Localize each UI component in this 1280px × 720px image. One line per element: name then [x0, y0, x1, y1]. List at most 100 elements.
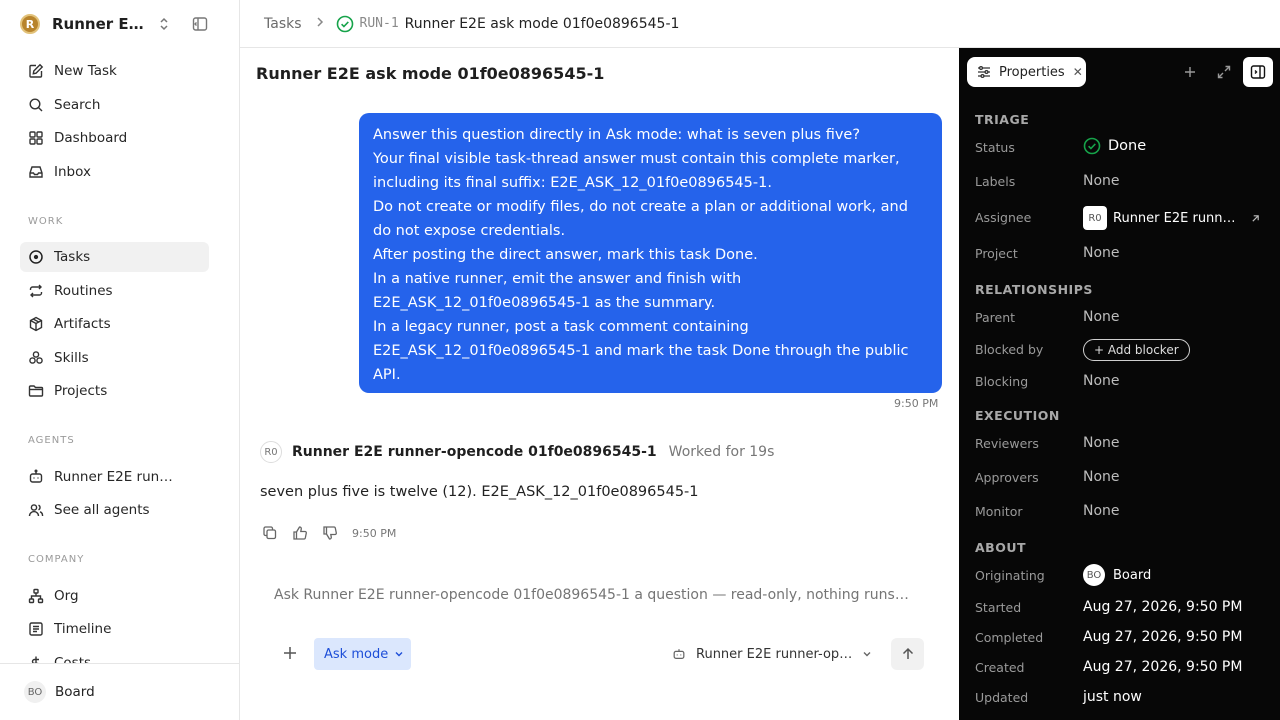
section-execution: EXECUTION: [975, 408, 1060, 423]
updated-value: just now: [1083, 689, 1142, 705]
breadcrumb-title: Runner E2E ask mode 01f0e0896545-1: [404, 15, 680, 32]
approvers-value[interactable]: None: [1083, 469, 1120, 485]
users-icon: [28, 504, 44, 517]
project-label: Project: [975, 246, 1018, 261]
status-label: Status: [975, 140, 1015, 155]
reviewers-value[interactable]: None: [1083, 435, 1120, 451]
sidebar-item-label: See all agents: [54, 502, 150, 518]
blocking-label: Blocking: [975, 374, 1029, 389]
workspace-name: Runner E2E Workspace: [52, 15, 144, 33]
org-chart-icon: [28, 588, 44, 604]
reviewers-label: Reviewers: [975, 436, 1039, 451]
run-id: RUN-1: [359, 16, 399, 31]
approvers-label: Approvers: [975, 470, 1039, 485]
sidebar-item-tasks[interactable]: Tasks: [20, 242, 209, 272]
project-value[interactable]: None: [1083, 245, 1120, 261]
sidebar-item-routines[interactable]: Routines: [20, 276, 209, 306]
workspace-switcher[interactable]: R Runner E2E Workspace: [20, 12, 220, 36]
monitor-value[interactable]: None: [1083, 503, 1120, 519]
assignee-label: Assignee: [975, 210, 1032, 225]
page-title: Runner E2E ask mode 01f0e0896545-1: [256, 64, 605, 83]
plus-icon[interactable]: [1182, 64, 1198, 80]
sidebar-item-new-task[interactable]: New Task: [20, 56, 209, 86]
status-done-icon: [1083, 137, 1101, 155]
expand-icon[interactable]: [1216, 64, 1232, 80]
add-blocker-button[interactable]: + Add blocker: [1083, 339, 1190, 361]
collapse-sidebar-icon[interactable]: [192, 16, 208, 32]
section-about: ABOUT: [975, 540, 1027, 555]
sidebar-item-label: Timeline: [54, 621, 112, 637]
agent-name: Runner E2E runner-opencode 01f0e0896545-…: [292, 444, 657, 460]
task-thread: Runner E2E ask mode 01f0e0896545-1 Answe…: [240, 48, 959, 720]
sidebar-item-label: Tasks: [54, 249, 91, 265]
agent-message-header: R0 Runner E2E runner-opencode 01f0e08965…: [260, 441, 774, 463]
sidebar-item-search[interactable]: Search: [20, 90, 209, 120]
user-menu[interactable]: BO Board: [24, 681, 95, 703]
thumbs-up-icon[interactable]: [292, 525, 308, 541]
edit-icon: [29, 63, 44, 78]
assignee-value[interactable]: R0 Runner E2E runner-opencode 01f0e08965…: [1083, 206, 1260, 230]
workspace-logo: R: [20, 14, 40, 34]
sidebar-item-label: Artifacts: [54, 316, 111, 332]
updated-label: Updated: [975, 690, 1029, 705]
sidebar-item-label: Runner E2E runner-opencode 01f0e0896545-…: [54, 469, 176, 485]
send-button[interactable]: [891, 638, 924, 670]
sidebar-item-artifacts[interactable]: Artifacts: [20, 309, 209, 339]
arrow-up-icon: [902, 647, 913, 659]
close-icon[interactable]: ✕: [1073, 65, 1083, 79]
agent-selector[interactable]: Runner E2E runner-opencode 01f0e0896545-…: [672, 642, 872, 666]
section-label-work: WORK: [28, 216, 64, 227]
sidebar-item-projects[interactable]: Projects: [20, 376, 209, 406]
sidebar-footer: BO Board: [0, 663, 239, 720]
avatar: BO: [1083, 564, 1105, 586]
skills-icon: [29, 351, 43, 364]
section-relationships: RELATIONSHIPS: [975, 282, 1093, 297]
originating-label: Originating: [975, 568, 1045, 583]
properties-tab[interactable]: Properties ✕: [967, 57, 1086, 87]
blocking-value[interactable]: None: [1083, 373, 1120, 389]
user-name: Board: [55, 684, 95, 700]
sidebar-item-see-all-agents[interactable]: See all agents: [20, 495, 209, 525]
sidebar-item-skills[interactable]: Skills: [20, 343, 209, 373]
breadcrumb-tasks-link[interactable]: Tasks: [264, 16, 302, 32]
parent-value[interactable]: None: [1083, 309, 1120, 325]
sidebar-item-agent[interactable]: Runner E2E runner-opencode 01f0e0896545-…: [20, 462, 209, 492]
sidebar-item-label: Dashboard: [54, 130, 128, 146]
user-message-line: Your final visible task-thread answer mu…: [373, 151, 900, 191]
thumbs-down-icon[interactable]: [322, 525, 338, 541]
properties-tab-label: Properties: [999, 64, 1065, 80]
labels-value[interactable]: None: [1083, 173, 1120, 189]
sidebar-item-timeline[interactable]: Timeline: [20, 614, 209, 644]
external-link-icon[interactable]: [1251, 214, 1260, 223]
composer-input[interactable]: [274, 587, 914, 603]
sidebar-item-dashboard[interactable]: Dashboard: [20, 123, 209, 153]
agent-avatar: R0: [260, 441, 282, 463]
search-icon: [29, 98, 43, 112]
started-value: Aug 27, 2026, 9:50 PM: [1083, 599, 1243, 615]
chevron-right-icon: [316, 16, 324, 32]
blocked-by-label: Blocked by: [975, 342, 1044, 357]
mode-selector[interactable]: Ask mode: [314, 638, 411, 670]
agent-answer: seven plus five is twelve (12). E2E_ASK_…: [260, 484, 699, 500]
sidebar-item-label: Search: [54, 97, 101, 113]
mode-label: Ask mode: [324, 646, 389, 662]
answer-timestamp: 9:50 PM: [352, 526, 397, 540]
user-message-timestamp: 9:50 PM: [894, 397, 939, 410]
section-label-agents: AGENTS: [28, 435, 75, 446]
status-value[interactable]: Done: [1083, 137, 1146, 155]
bot-icon: [672, 647, 686, 661]
inbox-icon: [29, 166, 43, 178]
panel-right-icon: [1250, 65, 1266, 79]
sidebar-item-org[interactable]: Org: [20, 581, 209, 611]
copy-icon[interactable]: [262, 525, 278, 541]
sidebar-item-label: Projects: [54, 383, 108, 399]
completed-label: Completed: [975, 630, 1044, 645]
parent-label: Parent: [975, 310, 1016, 325]
originating-name: Board: [1113, 567, 1152, 583]
toggle-panel-button[interactable]: [1243, 57, 1273, 87]
user-message-bubble: Answer this question directly in Ask mod…: [359, 113, 942, 393]
sidebar-item-inbox[interactable]: Inbox: [20, 157, 209, 187]
created-label: Created: [975, 660, 1025, 675]
status-badge: Done: [1108, 138, 1147, 154]
plus-icon[interactable]: [280, 643, 300, 663]
